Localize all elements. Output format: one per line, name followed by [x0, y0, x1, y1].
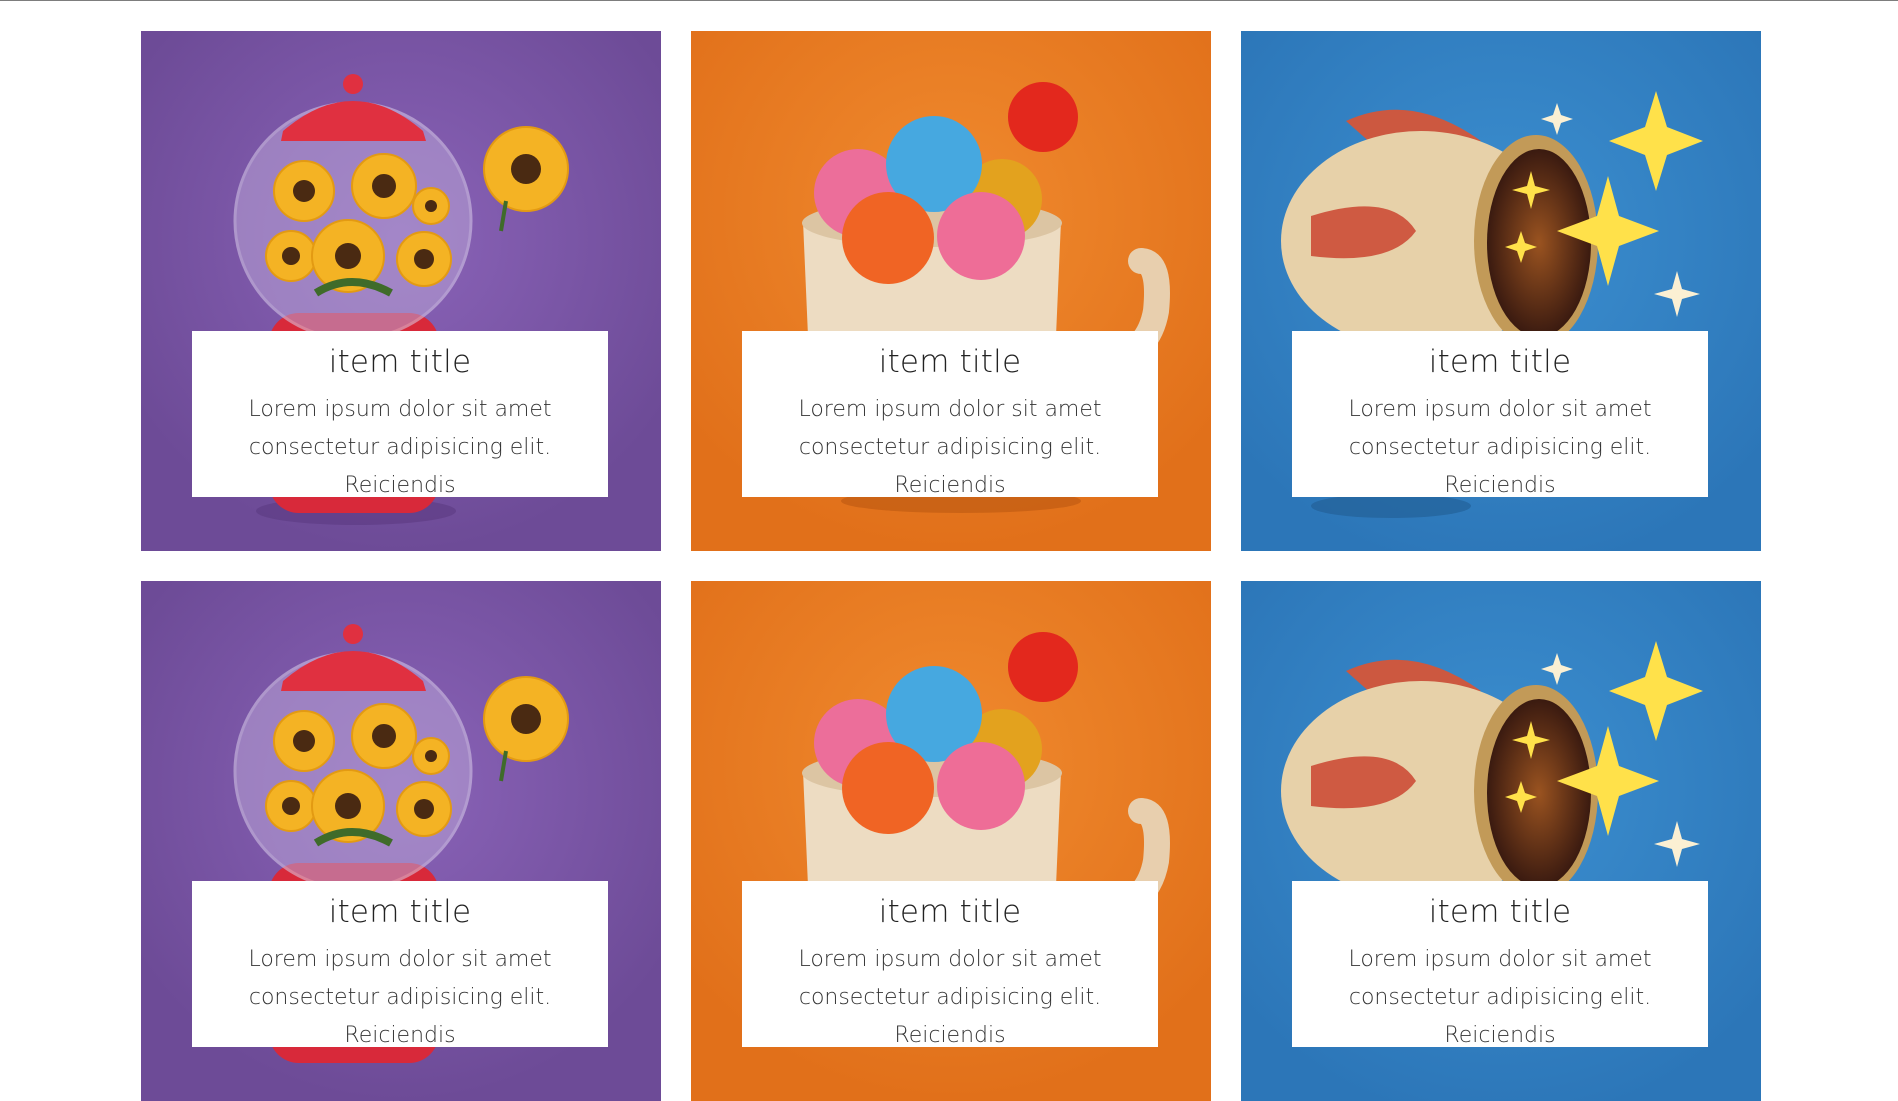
card-caption: item title Lorem ipsum dolor sit amet co…: [742, 331, 1158, 498]
card-caption: item title Lorem ipsum dolor sit amet co…: [1292, 881, 1708, 1048]
card-text: Lorem ipsum dolor sit amet consectetur a…: [248, 947, 552, 1048]
card-caption: item title Lorem ipsum dolor sit amet co…: [192, 331, 608, 498]
card-item[interactable]: item title Lorem ipsum dolor sit amet co…: [691, 581, 1211, 1101]
top-border: [0, 0, 1898, 1]
card-title: item title: [878, 344, 1022, 380]
card-item[interactable]: item title Lorem ipsum dolor sit amet co…: [141, 31, 661, 551]
card-caption: item title Lorem ipsum dolor sit amet co…: [742, 881, 1158, 1048]
card-title: item title: [328, 894, 472, 930]
card-item[interactable]: item title Lorem ipsum dolor sit amet co…: [1241, 581, 1761, 1101]
card-title: item title: [1428, 894, 1572, 930]
card-item[interactable]: item title Lorem ipsum dolor sit amet co…: [691, 31, 1211, 551]
card-item[interactable]: item title Lorem ipsum dolor sit amet co…: [141, 581, 661, 1101]
card-caption: item title Lorem ipsum dolor sit amet co…: [1292, 331, 1708, 498]
card-grid: item title Lorem ipsum dolor sit amet co…: [141, 31, 1761, 1101]
card-title: item title: [878, 894, 1022, 930]
card-text: Lorem ipsum dolor sit amet consectetur a…: [1348, 397, 1652, 498]
card-text: Lorem ipsum dolor sit amet consectetur a…: [798, 397, 1102, 498]
card-item[interactable]: item title Lorem ipsum dolor sit amet co…: [1241, 31, 1761, 551]
card-caption: item title Lorem ipsum dolor sit amet co…: [192, 881, 608, 1048]
card-text: Lorem ipsum dolor sit amet consectetur a…: [798, 947, 1102, 1048]
card-title: item title: [1428, 344, 1572, 380]
card-text: Lorem ipsum dolor sit amet consectetur a…: [1348, 947, 1652, 1048]
card-text: Lorem ipsum dolor sit amet consectetur a…: [248, 397, 552, 498]
card-title: item title: [328, 344, 472, 380]
